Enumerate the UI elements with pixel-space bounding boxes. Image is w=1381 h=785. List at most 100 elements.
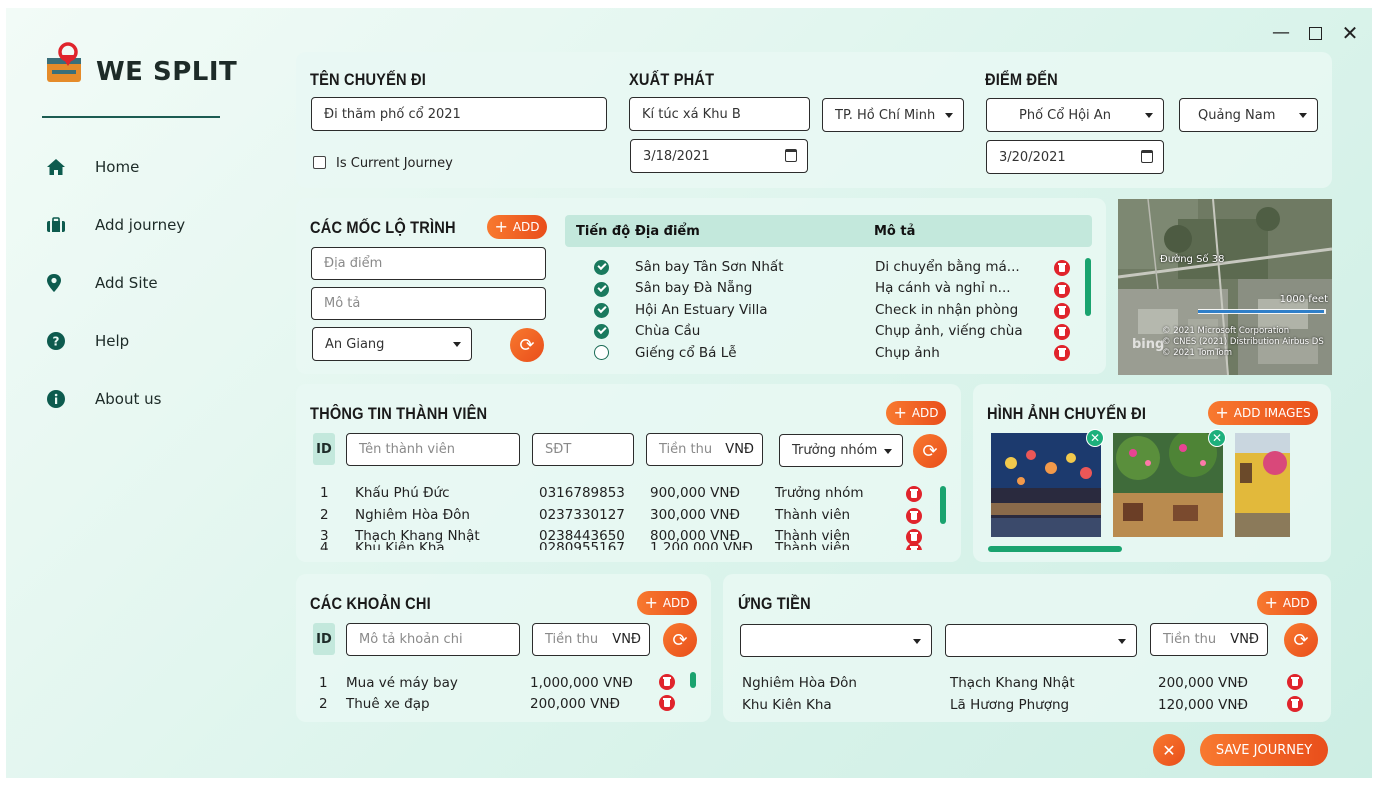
chevron-down-icon [1118,638,1126,644]
minimize-button[interactable]: — [1269,22,1293,44]
delete-icon[interactable] [906,486,922,502]
route-map[interactable]: Đường Số 38 1000 feet bing © 2021 Micros… [1118,199,1332,375]
help-icon: ? [46,330,74,352]
advance-from-select[interactable] [740,624,932,657]
images-scrollbar[interactable] [988,546,1122,552]
add-label: ADD [662,596,690,610]
advance-to: Thạch Khang Nhật [950,675,1075,691]
amount-placeholder: Tiền thu [1163,632,1217,647]
dest-province-select[interactable]: Quảng Nam [1179,98,1318,132]
map-scale-label: 1000 feet [1279,294,1328,305]
delete-icon[interactable] [1287,674,1303,690]
milestone-done-check[interactable] [594,260,609,275]
add-images-button[interactable]: + ADD IMAGES [1208,401,1318,425]
members-scrollbar[interactable] [940,486,946,524]
refresh-advance-button[interactable]: ⟳ [1284,623,1318,657]
sidebar-item-help[interactable]: ? Help [46,326,129,356]
milestone-desc-input[interactable]: Mô tả [311,287,546,320]
refresh-expense-button[interactable]: ⟳ [663,623,697,657]
is-current-checkbox[interactable] [313,156,326,169]
milestone-done-check[interactable] [594,282,609,297]
delete-icon[interactable] [1054,282,1070,298]
milestones-scrollbar[interactable] [1085,258,1091,316]
refresh-milestone-button[interactable]: ⟳ [510,328,544,362]
member-name-input[interactable]: Tên thành viên [346,433,520,466]
trip-photo[interactable] [1113,433,1223,537]
remove-photo-button[interactable]: ✕ [1086,429,1104,447]
trip-photo[interactable] [991,433,1101,537]
chevron-down-icon [1145,113,1153,118]
advance-amount-input[interactable]: Tiền thu VNĐ [1150,623,1268,656]
milestone-done-check[interactable] [594,345,609,360]
milestone-done-check[interactable] [594,303,609,318]
delete-icon[interactable] [659,695,675,711]
close-icon: ✕ [1162,740,1176,760]
add-member-button[interactable]: + ADD [886,401,946,425]
expenses-title: CÁC KHOẢN CHI [310,594,431,613]
header-desc: Mô tả [874,224,916,239]
member-role-select[interactable]: Trưởng nhóm [779,434,903,467]
expense-amount-input[interactable]: Tiền thu VNĐ [532,623,650,656]
add-advance-button[interactable]: + ADD [1257,591,1317,615]
save-journey-label: SAVE JOURNEY [1215,742,1313,758]
sidebar-item-home[interactable]: Home [46,152,139,182]
sidebar-item-about[interactable]: About us [46,384,161,414]
delete-icon[interactable] [906,508,922,524]
delete-icon[interactable] [1054,345,1070,361]
depart-date-picker[interactable]: 3/18/2021 [630,139,808,173]
remove-photo-button[interactable]: ✕ [1208,429,1226,447]
expense-id: 2 [319,696,328,712]
journey-name-input[interactable]: Đi thăm phố cổ 2021 [311,97,607,131]
id-label: ID [313,623,335,655]
member-amount-input[interactable]: Tiền thu VNĐ [646,433,763,466]
delete-icon[interactable] [906,543,922,550]
depart-place-input[interactable]: Kí túc xá Khu B [629,97,810,131]
delete-icon[interactable] [1054,324,1070,340]
header-place: Địa điểm [635,224,700,239]
milestone-place-input[interactable]: Địa điểm [311,247,546,280]
plus-icon: + [644,593,658,612]
cancel-button[interactable]: ✕ [1153,734,1185,766]
delete-icon[interactable] [1287,696,1303,712]
photo-flower-street [1113,433,1223,537]
delete-icon[interactable] [659,674,675,690]
milestone-done-check[interactable] [594,324,609,339]
sidebar-item-label: Add journey [95,216,186,234]
advances-panel: ỨNG TIỀN + ADD Tiền thu VNĐ ⟳ Nghiêm Hòa … [723,574,1331,722]
refresh-member-button[interactable]: ⟳ [913,434,947,468]
map-credit: © CNES (2021) Distribution Airbus DS [1162,337,1324,347]
journey-info-panel: TÊN CHUYẾN ĐI Đi thăm phố cổ 2021 Is Cur… [296,52,1332,188]
add-expense-button[interactable]: + ADD [637,591,697,615]
add-milestone-button[interactable]: + ADD [487,215,547,239]
member-phone-input[interactable]: SĐT [532,433,634,466]
milestone-province-select[interactable]: An Giang [312,327,472,361]
calendar-icon [785,149,797,162]
milestone-place: Hội An Estuary Villa [635,302,768,318]
expense-desc-input[interactable]: Mô tả khoản chi [346,623,520,656]
currency-label: VNĐ [612,632,641,647]
photo-yellow-house [1235,433,1290,537]
dest-date-picker[interactable]: 3/20/2021 [986,140,1164,174]
member-id: 4 [320,540,329,550]
delete-icon[interactable] [1054,303,1070,319]
currency-label: VNĐ [1230,632,1259,647]
expenses-scrollbar[interactable] [690,672,696,688]
member-amount: 1,200,000 VNĐ [650,540,753,550]
sidebar-item-add-site[interactable]: Add Site [46,268,158,298]
delete-icon[interactable] [1054,260,1070,276]
depart-city-select[interactable]: TP. Hồ Chí Minh [822,98,964,132]
expense-amount: 1,000,000 VNĐ [530,675,633,691]
trip-photo[interactable] [1235,433,1290,537]
dest-place-select[interactable]: Phố Cổ Hội An [986,98,1164,132]
maximize-button[interactable] [1303,22,1327,44]
save-journey-button[interactable]: SAVE JOURNEY [1200,734,1328,766]
refresh-icon: ⟳ [922,440,938,462]
advance-amount: 200,000 VNĐ [1158,675,1248,691]
maximize-icon [1308,26,1322,40]
milestone-place: Sân bay Đà Nẵng [635,280,753,296]
advance-to-select[interactable] [945,624,1137,657]
id-label: ID [313,433,335,465]
member-id: 2 [320,507,329,523]
sidebar-item-add-journey[interactable]: Add journey [46,210,185,240]
close-window-button[interactable]: ✕ [1338,22,1362,44]
